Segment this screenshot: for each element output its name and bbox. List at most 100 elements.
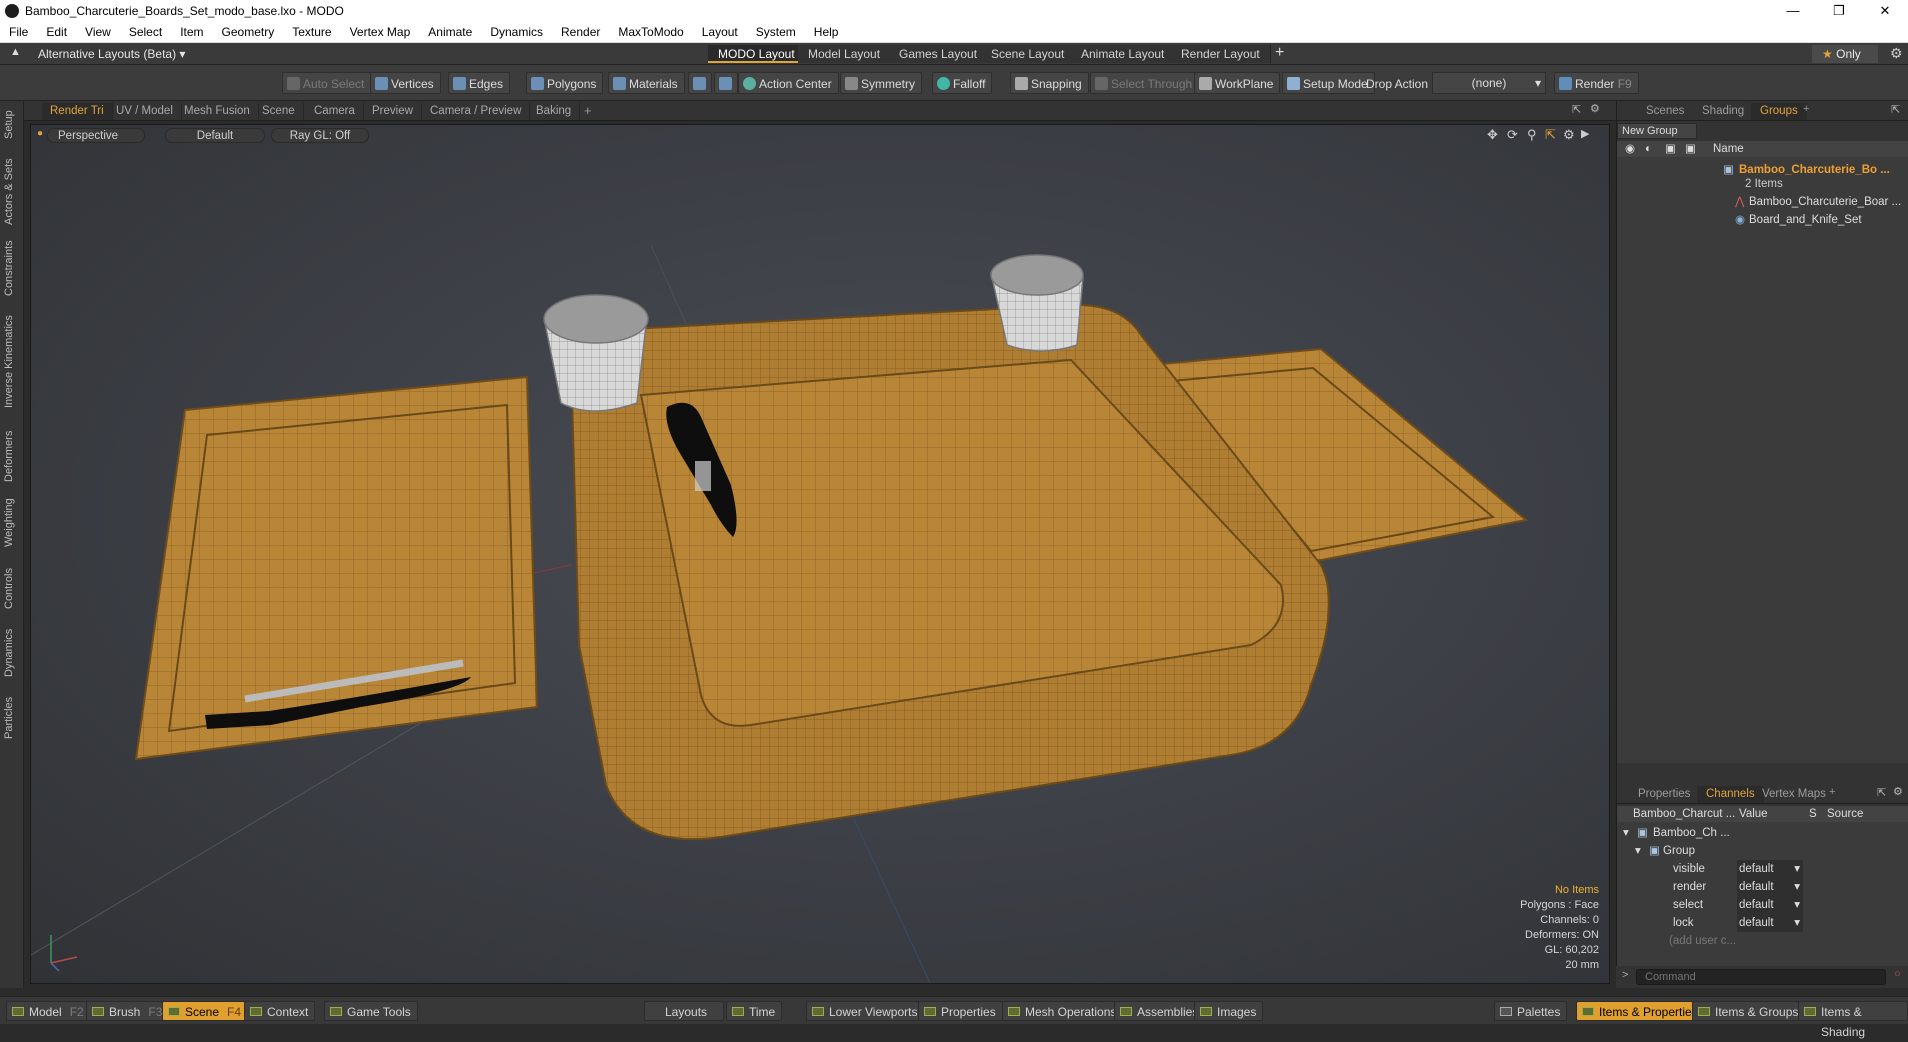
menu-render[interactable]: Render	[552, 25, 609, 39]
menu-maxtomodo[interactable]: MaxToModo	[609, 25, 692, 39]
layout-selector[interactable]: Alternative Layouts (Beta) ▾	[38, 47, 185, 61]
tab-render-layout[interactable]: Render Layout	[1171, 45, 1271, 63]
tab-model-layout[interactable]: Model Layout	[798, 45, 892, 63]
images-button[interactable]: Images	[1194, 1001, 1264, 1021]
channel-value[interactable]: default ▾	[1737, 860, 1803, 878]
items-properties-button[interactable]: Items & Properties	[1576, 1001, 1705, 1021]
command-arrow-icon[interactable]: >	[1622, 969, 1628, 981]
menu-vertex-map[interactable]: Vertex Map	[341, 25, 420, 39]
polygons-button[interactable]: Polygons	[526, 72, 604, 94]
tab-inverse-kinematics[interactable]: Inverse Kinematics	[3, 307, 21, 417]
add-layout-icon[interactable]: +	[1275, 44, 1284, 62]
new-group-button[interactable]: New Group	[1617, 123, 1697, 139]
tab-render-tri[interactable]: Render Tri	[42, 103, 113, 120]
items-groups-button[interactable]: Items & Groups	[1692, 1001, 1806, 1021]
menu-item[interactable]: Item	[171, 25, 212, 39]
tab-properties[interactable]: Properties	[1629, 786, 1699, 803]
close-icon[interactable]: ✕	[1862, 0, 1908, 22]
gear-icon[interactable]: ⚙	[1590, 102, 1600, 115]
scene-button[interactable]: Scene F4	[162, 1001, 249, 1021]
expand-icon[interactable]: ▾	[1635, 842, 1641, 860]
vertices-button[interactable]: Vertices	[370, 72, 441, 94]
time-button[interactable]: Time	[726, 1001, 783, 1021]
channel-value[interactable]: default ▾	[1737, 878, 1803, 896]
tab-controls[interactable]: Controls	[3, 561, 21, 617]
tab-camera[interactable]: Camera	[306, 103, 364, 120]
menu-texture[interactable]: Texture	[283, 25, 340, 39]
items-shading-button[interactable]: Items & Shading	[1798, 1001, 1908, 1039]
tab-modo-layout[interactable]: MODO Layout	[708, 45, 806, 63]
tab-actors-sets[interactable]: Actors & Sets	[3, 157, 21, 227]
tab-mesh-fusion[interactable]: Mesh Fusion	[176, 103, 259, 120]
group-child-row[interactable]: ◉ Board_and_Knife_Set	[1617, 211, 1908, 229]
tab-shading[interactable]: Shading	[1693, 103, 1753, 120]
add-tab-icon[interactable]: +	[1829, 786, 1835, 798]
layouts-button[interactable]: Layouts	[644, 1001, 724, 1021]
maximize-icon[interactable]: ⇱	[1877, 786, 1886, 799]
menu-dynamics[interactable]: Dynamics	[481, 25, 552, 39]
command-input[interactable]	[1636, 969, 1886, 985]
group-child-row[interactable]: ⋀ Bamboo_Charcuterie_Boar ...	[1617, 193, 1908, 211]
minimize-icon[interactable]: —	[1770, 0, 1816, 22]
gear-icon[interactable]: ⚙	[1890, 45, 1903, 62]
maximize-icon[interactable]: ⇱	[1572, 103, 1581, 116]
maximize-icon[interactable]: ⇱	[1891, 103, 1900, 116]
tab-scene[interactable]: Scene	[254, 103, 304, 120]
tab-baking[interactable]: Baking	[528, 103, 581, 120]
menu-help[interactable]: Help	[805, 25, 848, 39]
select-toggle-icon[interactable]: ▣	[1685, 141, 1696, 157]
channel-row[interactable]: render default ▾	[1617, 878, 1908, 896]
auto-select-button[interactable]: Auto Select	[282, 72, 372, 94]
gear-icon[interactable]: ⚙	[1893, 785, 1903, 798]
lock-icon[interactable]: ▣	[1665, 141, 1676, 157]
tab-preview[interactable]: Preview	[364, 103, 422, 120]
select-mode-button[interactable]	[688, 72, 712, 94]
expand-icon[interactable]: ▾	[1623, 824, 1629, 842]
tab-weighting[interactable]: Weighting	[3, 493, 21, 553]
falloff-button[interactable]: Falloff	[932, 72, 993, 94]
select-through-button[interactable]: Select Through	[1090, 72, 1200, 94]
tab-particles[interactable]: Particles	[3, 689, 21, 747]
tab-animate-layout[interactable]: Animate Layout	[1071, 45, 1176, 63]
tab-camera-preview[interactable]: Camera / Preview	[422, 103, 531, 120]
assemblies-button[interactable]: Assemblies	[1114, 1001, 1206, 1021]
materials-button[interactable]: Materials	[608, 72, 685, 94]
add-user-channel-row[interactable]: (add user c...	[1617, 932, 1908, 950]
menu-file[interactable]: File	[0, 25, 37, 39]
channel-value[interactable]: default ▾	[1737, 896, 1803, 914]
menu-system[interactable]: System	[747, 25, 805, 39]
tab-games-layout[interactable]: Games Layout	[889, 45, 989, 63]
tab-constraints[interactable]: Constraints	[3, 237, 21, 299]
channel-value[interactable]: default ▾	[1737, 914, 1803, 932]
add-tab-icon[interactable]: +	[584, 103, 592, 118]
tab-groups[interactable]: Groups	[1751, 103, 1807, 120]
tab-deformers[interactable]: Deformers	[3, 427, 21, 485]
eye-icon[interactable]: ◉	[1625, 141, 1635, 157]
workplane-button[interactable]: WorkPlane	[1194, 72, 1281, 94]
render-toggle-icon[interactable]: ◐	[1645, 141, 1652, 157]
tab-scene-layout[interactable]: Scene Layout	[981, 45, 1076, 63]
properties-button[interactable]: Properties	[918, 1001, 1003, 1021]
add-tab-icon[interactable]: +	[1803, 103, 1809, 115]
setup-mode-button[interactable]: Setup Mode	[1282, 72, 1375, 94]
edges-button[interactable]: Edges	[448, 72, 511, 94]
palettes-button[interactable]: Palettes	[1494, 1001, 1568, 1021]
menu-layout[interactable]: Layout	[693, 25, 747, 39]
tab-uv-model[interactable]: UV / Model	[108, 103, 182, 120]
channel-row[interactable]: visible default ▾	[1617, 860, 1908, 878]
restore-icon[interactable]: ❐	[1816, 0, 1862, 22]
tab-dynamics[interactable]: Dynamics	[3, 623, 21, 683]
channel-group-row[interactable]: ▾ ▣ Group	[1617, 842, 1908, 860]
menu-view[interactable]: View	[76, 25, 120, 39]
menu-edit[interactable]: Edit	[37, 25, 76, 39]
action-center-button[interactable]: Action Center	[738, 72, 839, 94]
snapping-button[interactable]: Snapping	[1010, 72, 1089, 94]
drop-action-select[interactable]: (none) ▾	[1432, 72, 1546, 94]
tab-vertex-maps[interactable]: Vertex Maps	[1753, 786, 1835, 803]
tab-setup[interactable]: Setup	[3, 107, 21, 143]
channel-row[interactable]: lock default ▾	[1617, 914, 1908, 932]
model-button[interactable]: Model F2	[6, 1001, 91, 1021]
menu-geometry[interactable]: Geometry	[213, 25, 284, 39]
menu-animate[interactable]: Animate	[419, 25, 481, 39]
channel-item-row[interactable]: ▾ ▣ Bamboo_Ch ...	[1617, 824, 1908, 842]
